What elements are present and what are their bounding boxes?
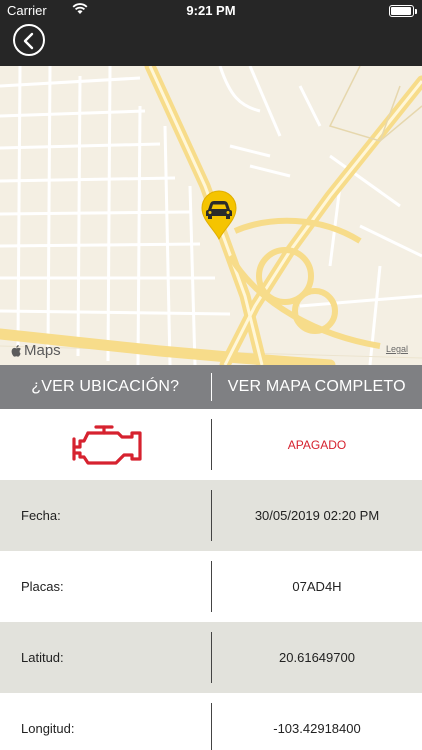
detail-row-fecha: Fecha: 30/05/2019 02:20 PM xyxy=(0,480,422,551)
maps-attribution: Maps xyxy=(10,342,61,359)
detail-value: 30/05/2019 02:20 PM xyxy=(254,508,380,523)
detail-row-longitud: Longitud: -103.42918400 xyxy=(0,693,422,750)
detail-row-latitud: Latitud: 20.61649700 xyxy=(0,622,422,693)
clock: 9:21 PM xyxy=(186,3,236,18)
detail-label: Longitud: xyxy=(21,721,75,736)
detail-label: Fecha: xyxy=(21,508,61,523)
detail-value: 20.61649700 xyxy=(279,650,355,665)
detail-value: 07AD4H xyxy=(292,579,342,594)
detail-value: -103.42918400 xyxy=(273,721,361,736)
battery-icon xyxy=(389,5,417,17)
status-bar: Carrier 9:21 PM xyxy=(0,0,422,22)
car-location-marker[interactable] xyxy=(199,188,239,240)
detail-label: Placas: xyxy=(21,579,64,594)
map-view[interactable]: Maps Legal xyxy=(0,66,422,365)
engine-check-icon xyxy=(71,424,142,465)
engine-status-value: APAGADO xyxy=(287,437,347,452)
back-button[interactable] xyxy=(13,24,45,56)
engine-status-row: APAGADO xyxy=(0,409,422,480)
navigation-bar xyxy=(0,22,422,66)
legal-link[interactable]: Legal xyxy=(386,344,408,354)
detail-label: Latitud: xyxy=(21,650,64,665)
detail-row-placas: Placas: 07AD4H xyxy=(0,551,422,622)
action-bar: ¿VER UBICACIÓN? VER MAPA COMPLETO xyxy=(0,365,422,409)
chevron-left-icon xyxy=(23,32,34,50)
apple-icon xyxy=(11,344,21,357)
maps-label: Maps xyxy=(24,342,61,359)
ver-ubicacion-button[interactable]: ¿VER UBICACIÓN? xyxy=(0,365,211,409)
ver-mapa-completo-button[interactable]: VER MAPA COMPLETO xyxy=(212,365,422,409)
